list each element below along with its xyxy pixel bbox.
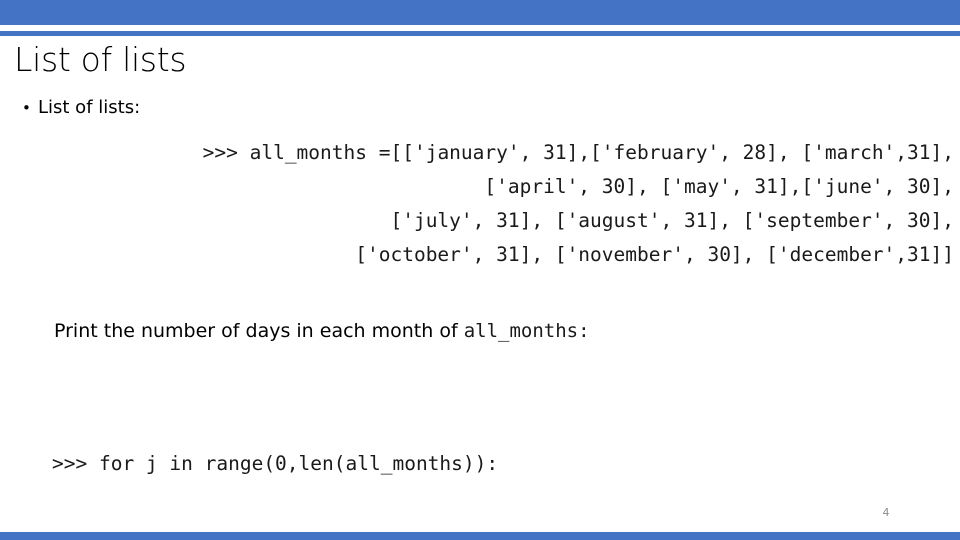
code-line: >>> for j in range(0,len(all_months)): — [52, 452, 499, 475]
code-line: ['october', 31], ['november', 30], ['dec… — [355, 243, 954, 266]
page-title: List of lists — [14, 40, 187, 79]
code-line: ['july', 31], ['august', 31], ['septembe… — [390, 209, 954, 232]
top-accent-rule — [0, 31, 960, 36]
code-block-all-months-definition: >>> all_months =[['january', 31],['febru… — [10, 136, 954, 272]
code-block-for-loop: >>> for j in range(0,len(all_months)): p… — [52, 386, 912, 540]
code-line: ['april', 30], ['may', 31],['june', 30], — [484, 175, 954, 198]
page-number: 4 — [882, 506, 890, 519]
bullet-point-icon: • — [22, 99, 31, 117]
instruction-text: Print the number of days in each month o… — [54, 318, 914, 344]
bullet-item-label: List of lists: — [38, 97, 141, 118]
instruction-text-prefix: Print the number of days in each month o… — [54, 320, 464, 342]
slide-canvas: List of lists • List of lists: >>> all_m… — [0, 0, 960, 540]
bullet-list-item: • List of lists: — [22, 96, 922, 120]
code-line: >>> all_months =[['january', 31],['febru… — [202, 141, 954, 164]
instruction-text-code-term: all_months: — [463, 320, 590, 342]
bottom-accent-rule — [0, 532, 960, 540]
top-accent-band — [0, 0, 960, 25]
